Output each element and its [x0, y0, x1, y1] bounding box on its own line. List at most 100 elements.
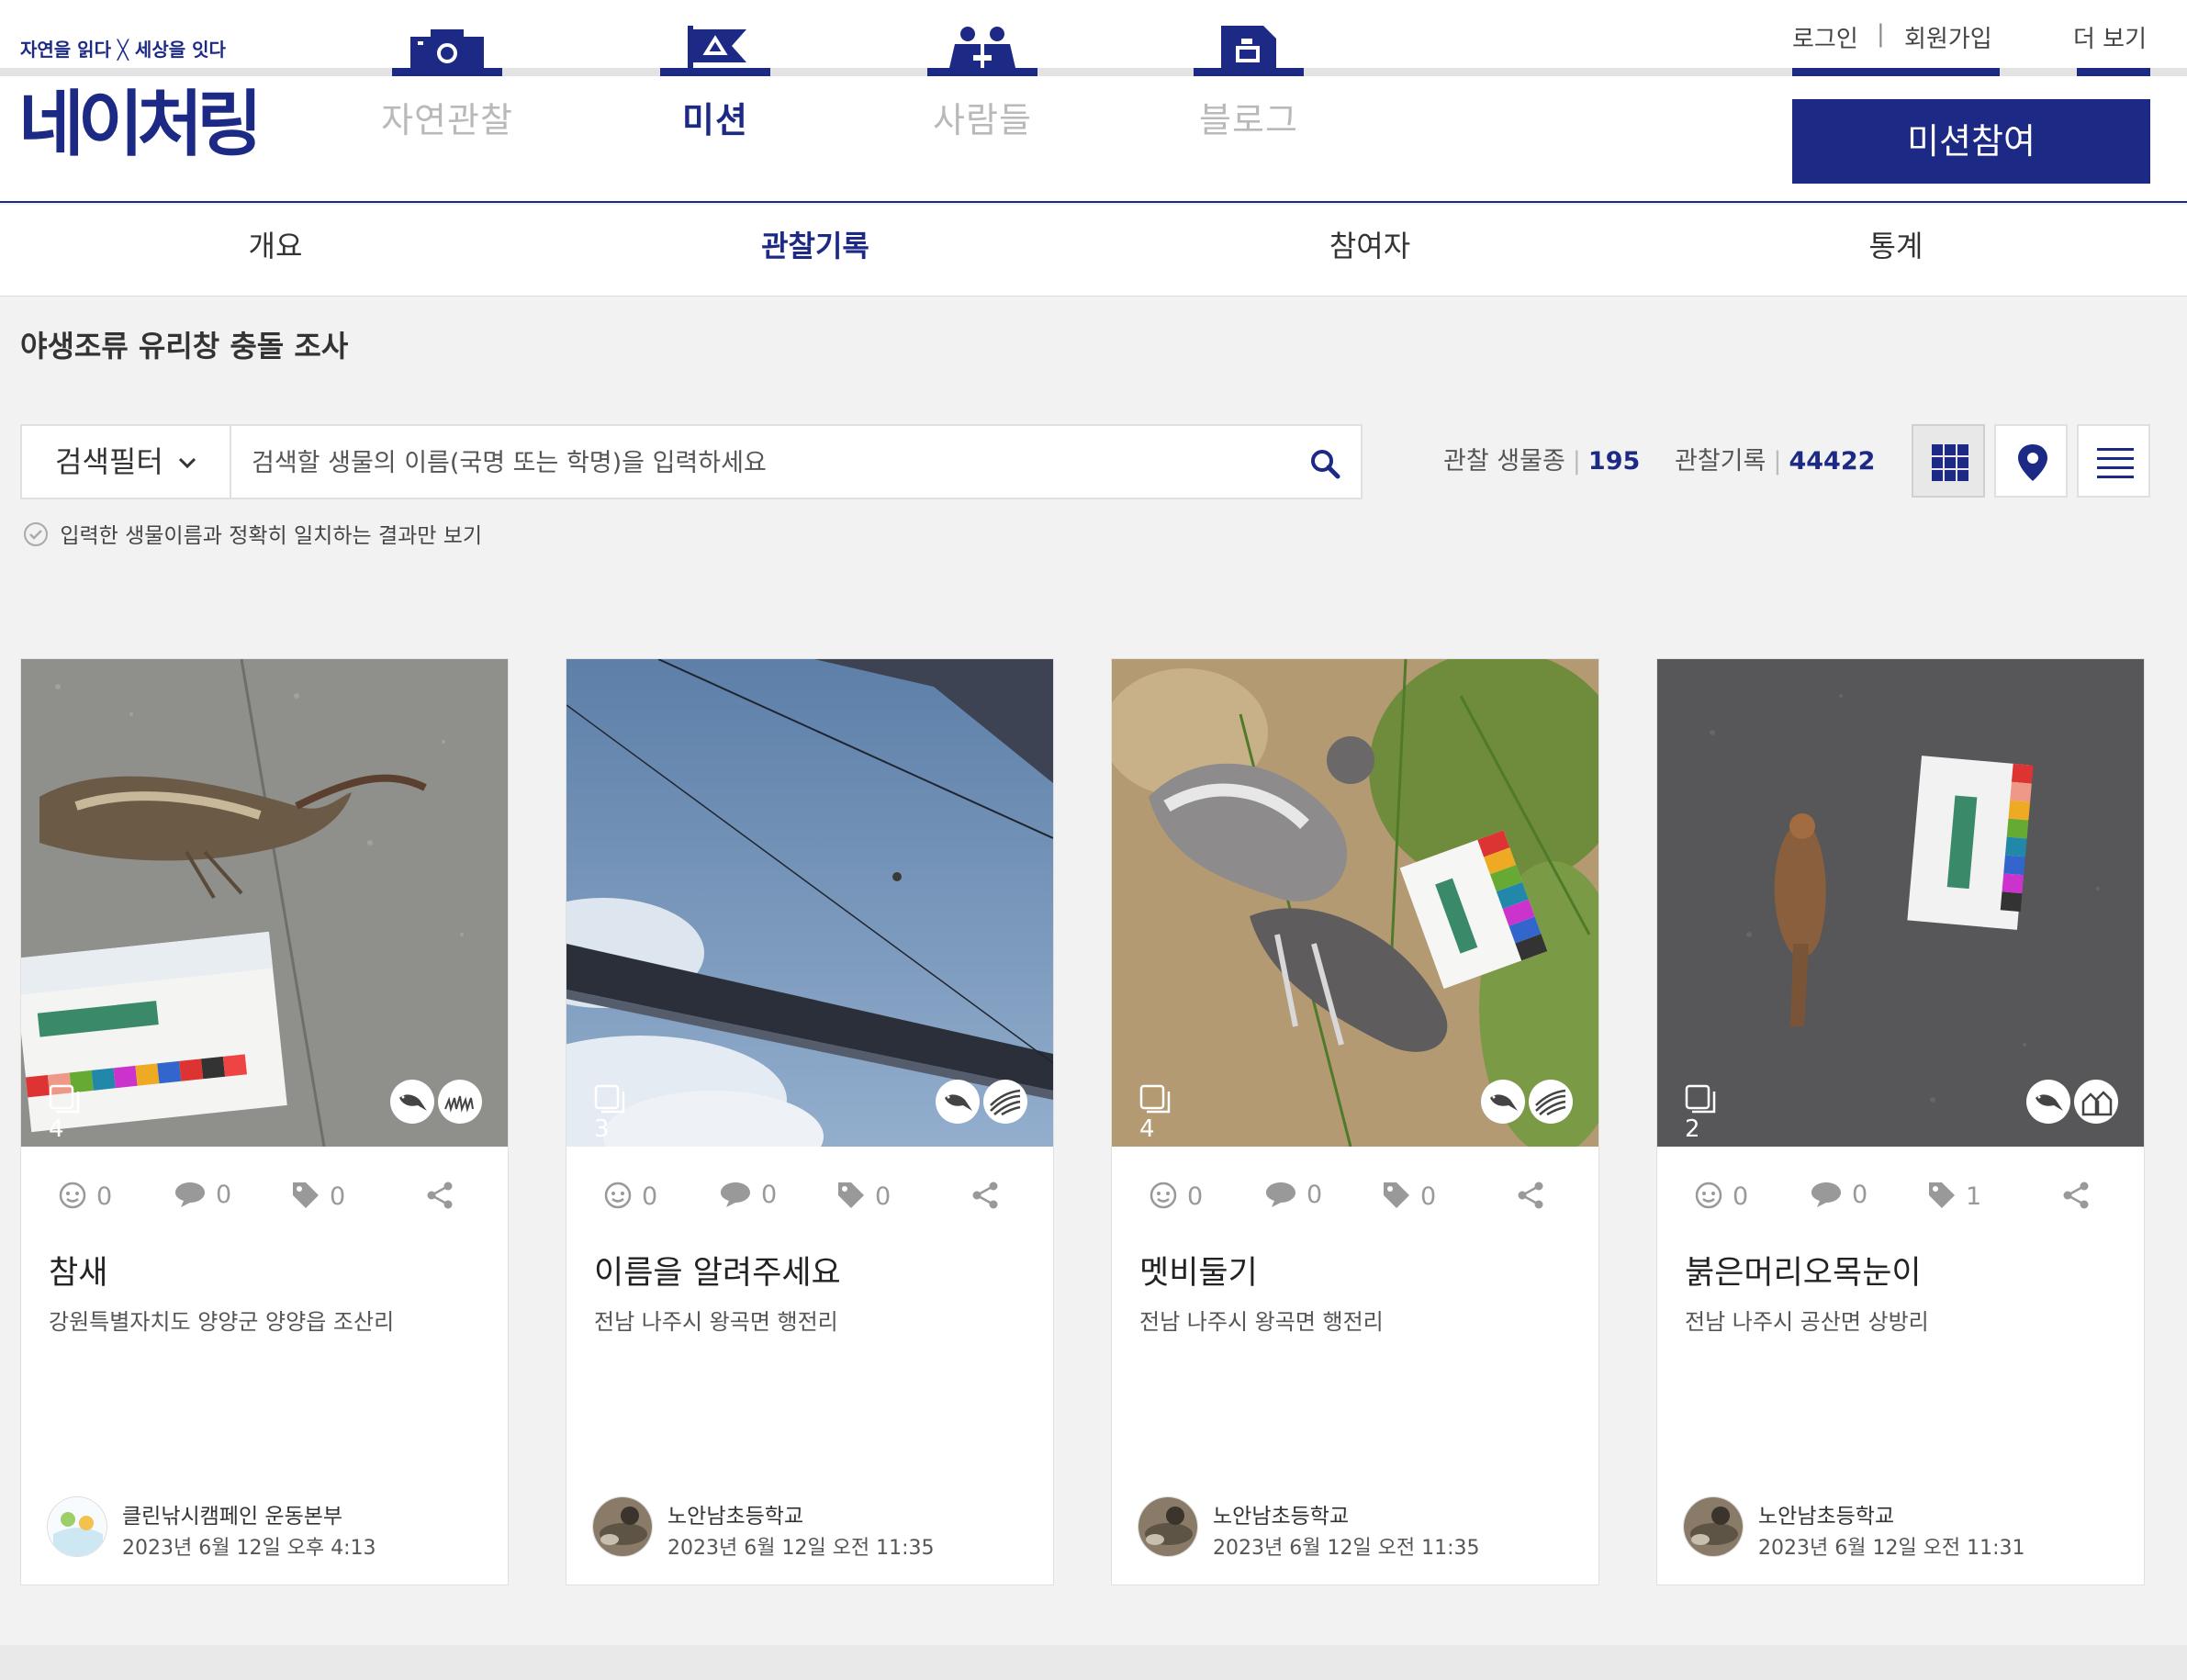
photo-count: 3 — [594, 1084, 633, 1143]
smile-icon — [59, 1182, 86, 1209]
nav-nature-observation[interactable]: 자연관찰 — [381, 0, 512, 147]
comment-icon — [721, 1182, 750, 1207]
like-action[interactable]: 0 — [58, 1181, 112, 1211]
photo-count: 2 — [1685, 1084, 1723, 1143]
nav-label: 자연관찰 — [381, 100, 513, 140]
photos-icon — [1139, 1084, 1171, 1114]
avatar[interactable] — [1138, 1496, 1198, 1557]
tab-overview[interactable]: 개요 — [138, 205, 413, 297]
observation-photo[interactable]: 4 — [1112, 659, 1598, 1147]
card-actions: 0 0 0 — [566, 1173, 1053, 1219]
author-name[interactable]: 노안남초등학교 — [1213, 1498, 1349, 1529]
exact-match-label: 입력한 생물이름과 정확히 일치하는 결과만 보기 — [60, 524, 483, 548]
page-title: 야생조류 유리창 충돌 조사 — [20, 329, 349, 364]
smile-icon — [1150, 1182, 1177, 1209]
species-name[interactable]: 참새 — [49, 1247, 107, 1294]
card-actions: 0 0 1 — [1657, 1173, 2144, 1219]
comment-action[interactable]: 0 — [1810, 1181, 1867, 1209]
more-link[interactable]: 더 보기 — [2073, 20, 2147, 54]
card-actions: 0 0 0 — [1112, 1173, 1598, 1219]
observation-card[interactable]: 3 0 0 0 이름을 알려주세요 전남 나주시 왕곡면 행전리 노안남초등학교… — [566, 658, 1054, 1585]
login-link[interactable]: 로그인 — [1792, 20, 1858, 54]
observation-photo[interactable]: 3 — [566, 659, 1053, 1147]
observation-photo[interactable]: 4 — [21, 659, 508, 1147]
habitat-badge — [2074, 1080, 2118, 1124]
tag-action[interactable]: 0 — [836, 1181, 891, 1211]
camera-icon — [410, 29, 484, 68]
observation-card[interactable]: 4 0 0 0 멧비둘기 전남 나주시 왕곡면 행전리 노안남초등학교 2023… — [1111, 658, 1599, 1585]
page-footer-strip — [0, 1645, 2187, 1680]
signup-link[interactable]: 회원가입 — [1904, 20, 1992, 54]
share-button[interactable] — [1516, 1181, 1554, 1211]
search-icon[interactable] — [1309, 448, 1340, 479]
comment-action[interactable]: 0 — [174, 1181, 231, 1209]
habitat-badge — [983, 1080, 1027, 1124]
bird-icon — [1490, 1094, 1518, 1111]
search-filter-dropdown[interactable]: 검색필터 — [20, 424, 231, 499]
avatar[interactable] — [47, 1496, 107, 1557]
nav-people[interactable]: 사람들 — [927, 0, 1037, 147]
author-name[interactable]: 노안남초등학교 — [667, 1498, 803, 1529]
observation-date: 2023년 6월 12일 오후 4:13 — [122, 1537, 376, 1560]
comment-count: 0 — [216, 1181, 232, 1209]
avatar[interactable] — [592, 1496, 653, 1557]
util-bar — [1792, 68, 2000, 76]
author-name[interactable]: 클린낚시캠페인 운동본부 — [122, 1498, 342, 1529]
site-logo[interactable]: 네이처링 — [18, 83, 263, 167]
tag-action[interactable]: 1 — [1927, 1181, 1981, 1211]
nav-blog[interactable]: 블로그 — [1194, 0, 1304, 147]
observation-card[interactable]: 2 0 0 1 붉은머리오목눈이 전남 나주시 공산면 상방리 노안남초등학교 … — [1656, 658, 2145, 1585]
observation-location: 전남 나주시 왕곡면 행전리 — [1139, 1309, 1384, 1335]
tag-action[interactable]: 0 — [1382, 1181, 1436, 1211]
grid-view-button[interactable] — [1912, 424, 1985, 498]
grassland-icon — [444, 1095, 474, 1113]
share-button[interactable] — [970, 1181, 1009, 1211]
chevron-down-icon — [178, 457, 196, 469]
photo-count: 4 — [1139, 1084, 1178, 1143]
share-button[interactable] — [425, 1181, 464, 1211]
search-input[interactable] — [252, 444, 1262, 481]
species-name[interactable]: 붉은머리오목눈이 — [1685, 1247, 1922, 1294]
avatar[interactable] — [1683, 1496, 1744, 1557]
observation-location: 전남 나주시 왕곡면 행전리 — [594, 1309, 838, 1335]
share-icon — [1518, 1182, 1543, 1209]
exact-match-toggle[interactable]: 입력한 생물이름과 정확히 일치하는 결과만 보기 — [22, 518, 482, 549]
tab-records[interactable]: 관찰기록 — [678, 205, 953, 297]
comment-action[interactable]: 0 — [1264, 1181, 1322, 1209]
list-view-button[interactable] — [2077, 424, 2150, 498]
author-name[interactable]: 노안남초등학교 — [1758, 1498, 1894, 1529]
like-action[interactable]: 0 — [603, 1181, 657, 1211]
share-icon — [2063, 1182, 2089, 1209]
species-name[interactable]: 이름을 알려주세요 — [594, 1247, 841, 1294]
species-name[interactable]: 멧비둘기 — [1139, 1247, 1258, 1294]
map-pin-icon — [2018, 444, 2047, 481]
field-icon — [990, 1089, 1021, 1116]
tag-icon — [293, 1182, 319, 1208]
photo-count-value: 3 — [594, 1115, 610, 1143]
nav-label: 미션 — [682, 100, 748, 140]
nav-tab-bar — [927, 68, 1037, 76]
observation-date: 2023년 6월 12일 오전 11:35 — [667, 1537, 935, 1560]
join-mission-button[interactable]: 미션참여 — [1792, 99, 2150, 184]
bird-badge — [936, 1080, 980, 1124]
tag-action[interactable]: 0 — [291, 1181, 345, 1211]
people-icon — [949, 27, 1015, 68]
habitat-badge — [438, 1080, 482, 1124]
observation-card[interactable]: 4 0 0 0 참새 강원특별자치도 양양군 양양읍 조산리 클린낚시캠페인 운… — [20, 658, 509, 1585]
observation-photo[interactable]: 2 — [1657, 659, 2144, 1147]
nav-mission[interactable]: 미션 — [660, 0, 770, 147]
like-action[interactable]: 0 — [1149, 1181, 1203, 1211]
comment-action[interactable]: 0 — [719, 1181, 777, 1209]
tag-count: 0 — [875, 1182, 892, 1211]
tag-icon — [838, 1182, 864, 1208]
tab-statistics[interactable]: 통계 — [1758, 205, 2034, 297]
tab-participants[interactable]: 참여자 — [1232, 205, 1508, 297]
photo-count-value: 4 — [1139, 1115, 1155, 1143]
map-view-button[interactable] — [1994, 424, 2068, 498]
share-button[interactable] — [2061, 1181, 2100, 1211]
like-action[interactable]: 0 — [1694, 1181, 1748, 1211]
note-icon — [1221, 26, 1276, 68]
nav-tab-bar — [392, 68, 502, 76]
species-label: 관찰 생물종 — [1443, 447, 1565, 476]
nav-label: 사람들 — [933, 100, 1032, 140]
